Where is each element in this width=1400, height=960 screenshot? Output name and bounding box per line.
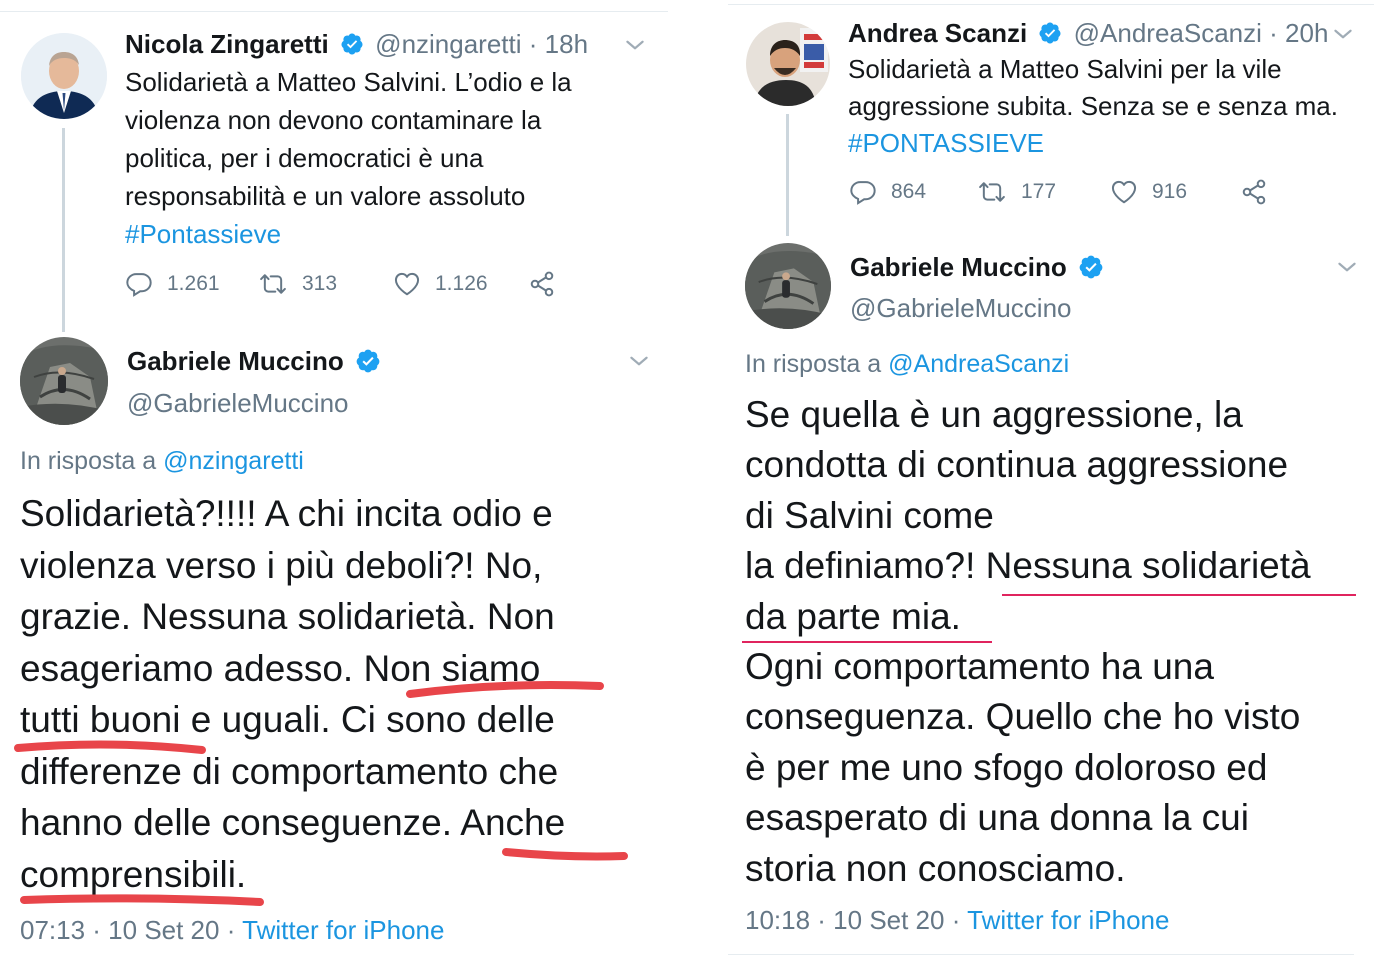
reply-icon: [849, 178, 877, 206]
avatar[interactable]: [745, 243, 831, 329]
author-handle[interactable]: @AndreaScanzi: [1074, 18, 1262, 48]
avatar-portrait-icon: [746, 22, 830, 106]
tweet-line: Ogni comportamento ha una: [745, 646, 1214, 688]
marker-stroke: [502, 848, 628, 861]
tweet-timestamp[interactable]: 10:18 · 10 Set 20 ·: [745, 905, 960, 935]
tweet-timestamp[interactable]: 07:13 · 10 Set 20 ·: [20, 915, 235, 945]
chevron-down-icon[interactable]: [1334, 254, 1360, 280]
tweet-line: esasperato di una donna la cui: [745, 797, 1249, 839]
tweet-line: è per me uno sfogo doloroso ed: [745, 746, 1268, 788]
thread-line: [786, 114, 789, 236]
like-button[interactable]: 916: [1110, 178, 1187, 206]
highlight-underline: [742, 641, 992, 643]
divider: [728, 954, 1354, 955]
tweet-line: conseguenza. Quello che ho visto: [745, 696, 1301, 738]
like-count: 916: [1152, 180, 1188, 203]
tweet-text: Solidarietà a Matteo Salvini per la vile…: [848, 51, 1368, 162]
right-screenshot: Andrea Scanzi @AndreaScanzi · 20h Solida…: [722, 0, 1400, 960]
in-reply-prefix: In risposta a: [745, 350, 882, 378]
marker-stroke: [406, 681, 604, 698]
tweet-line: Solidarietà a Matteo Salvini per la vile: [848, 54, 1282, 84]
avatar[interactable]: [746, 22, 830, 106]
tweet-client-link[interactable]: Twitter for iPhone: [967, 905, 1169, 935]
retweet-button[interactable]: 177: [977, 178, 1056, 206]
hashtag-link[interactable]: #PONTASSIEVE: [848, 125, 1368, 162]
retweet-icon: [977, 178, 1007, 206]
author-name[interactable]: Andrea Scanzi: [848, 18, 1027, 48]
marker-stroke: [14, 740, 206, 754]
tweet-line: la definiamo?! Nessuna solidarietà: [745, 545, 1311, 587]
verified-badge-icon: [1038, 21, 1062, 45]
tweet-meta: 10:18 · 10 Set 20 · Twitter for iPhone: [745, 904, 1169, 936]
left-screenshot: Nicola Zingaretti @nzingaretti · 18h Sol…: [0, 0, 680, 960]
marker-stroke: [20, 894, 264, 906]
highlight-underline: [1002, 594, 1356, 596]
tweet-line: da parte mia.: [745, 595, 961, 637]
tweet-line: condotta di continua aggressione: [745, 444, 1289, 486]
retweet-count: 177: [1021, 180, 1057, 203]
chevron-down-icon[interactable]: [1330, 21, 1356, 47]
share-icon: [1240, 178, 1268, 206]
author-handle[interactable]: @GabrieleMuccino: [850, 292, 1071, 324]
marker-underlines: [14, 681, 628, 906]
reply-to-handle-link[interactable]: @AndreaScanzi: [888, 350, 1069, 378]
tweet-line: aggressione subita. Senza se e senza ma.: [848, 91, 1338, 121]
tweet-line: Se quella è un aggressione, la: [745, 394, 1243, 435]
tweet-client-link[interactable]: Twitter for iPhone: [242, 915, 444, 945]
share-button[interactable]: [1240, 178, 1268, 206]
avatar-photo-icon: [745, 243, 831, 329]
tweet-time[interactable]: · 20h: [1269, 18, 1328, 48]
like-icon: [1110, 178, 1138, 206]
reply-count: 864: [891, 180, 927, 203]
reply-button[interactable]: 864: [849, 178, 926, 206]
in-reply-to: In risposta a @AndreaScanzi: [745, 348, 1069, 380]
divider: [728, 4, 1374, 5]
tweet-line: storia non conosciamo.: [745, 847, 1126, 889]
tweet-line: di Salvini come: [745, 494, 994, 536]
tweet-meta: 07:13 · 10 Set 20 · Twitter for iPhone: [20, 914, 444, 946]
author-name[interactable]: Gabriele Muccino: [850, 252, 1067, 282]
verified-badge-icon: [1078, 254, 1104, 280]
